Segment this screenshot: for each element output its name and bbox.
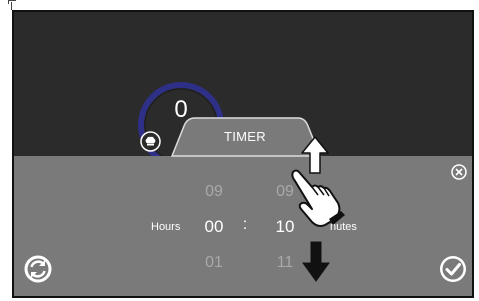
hours-next[interactable]: 01 xyxy=(199,254,229,272)
hours-current[interactable]: 00 xyxy=(199,217,229,237)
time-separator: : xyxy=(242,216,248,233)
corner-marker xyxy=(8,0,16,4)
minutes-next[interactable]: 11 xyxy=(270,254,300,272)
hours-label: Hours xyxy=(151,221,181,233)
hours-prev[interactable]: 09 xyxy=(199,183,229,201)
timer-title: TIMER xyxy=(224,129,266,144)
close-icon[interactable] xyxy=(451,164,467,180)
refresh-icon[interactable] xyxy=(23,254,53,284)
pointing-hand-icon xyxy=(291,169,345,227)
oven-display: 0 TIMER 09 00 01 Hours : 09 10 11 nutes xyxy=(12,10,474,298)
confirm-check-icon[interactable] xyxy=(438,254,468,284)
timer-tab xyxy=(170,117,322,157)
arrow-down-icon[interactable] xyxy=(302,241,330,283)
chef-hat-icon xyxy=(140,131,161,152)
